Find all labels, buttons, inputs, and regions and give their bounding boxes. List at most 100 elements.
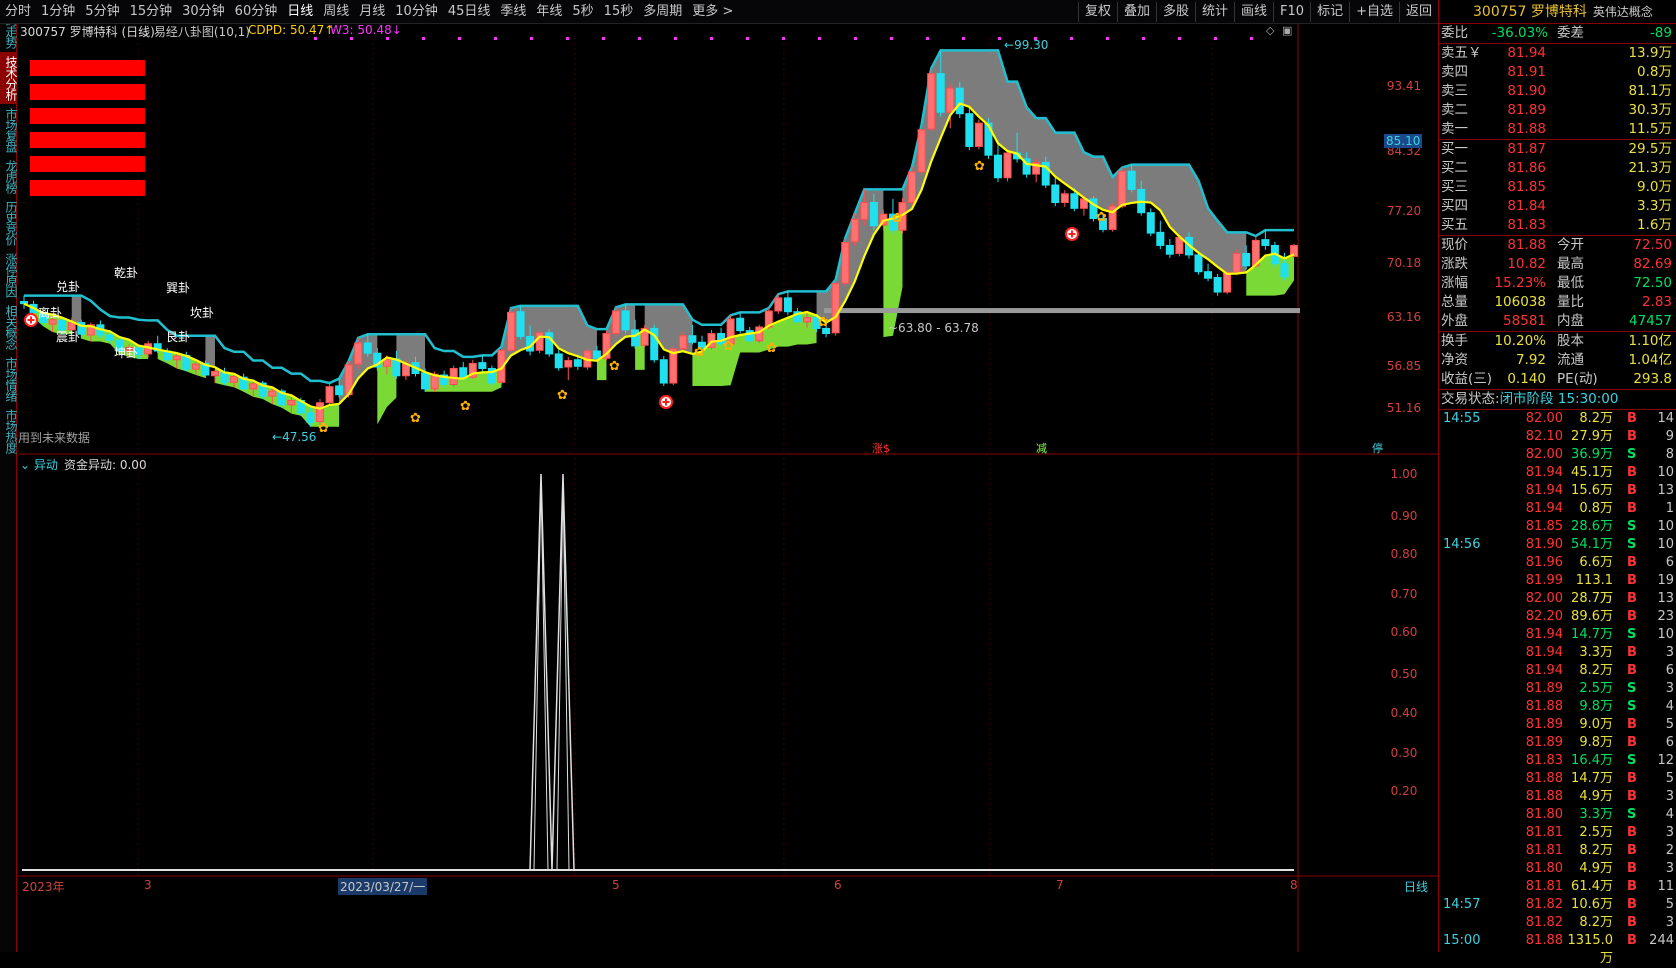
tool-button[interactable]: 复权 [1077, 2, 1117, 22]
period-tab[interactable]: 15分钟 [125, 2, 178, 22]
tick-volume: 28.6万 [1571, 519, 1613, 534]
period-tab[interactable]: 月线 [354, 2, 390, 22]
tool-button[interactable]: +自选 [1349, 2, 1399, 22]
tick-price: 81.89 [1525, 681, 1563, 696]
tick-price: 81.88 [1525, 771, 1563, 786]
tool-button[interactable]: 叠加 [1116, 2, 1156, 22]
quote-header: 300757 罗博特科 英伟达概念 [1439, 0, 1676, 24]
tool-button[interactable]: 统计 [1195, 2, 1234, 22]
gua-li: 离卦 [38, 306, 63, 320]
left-tab[interactable]: 市场热度 [0, 405, 18, 457]
lower-y-tick: 0.60 [1390, 625, 1418, 639]
candle-body [1051, 184, 1060, 204]
tick-side: B [1627, 843, 1637, 858]
period-tab[interactable]: 1分钟 [36, 2, 80, 22]
book-level: 卖一 [1441, 121, 1468, 137]
period-tab[interactable]: 45日线 [443, 2, 496, 22]
signal-dot [422, 37, 425, 40]
tick-count: 3 [1665, 825, 1674, 840]
tick-side: B [1627, 717, 1637, 732]
period-tab[interactable]: 周线 [318, 2, 354, 22]
gua-dui: 兑卦 [56, 280, 81, 294]
tool-button[interactable]: 标记 [1310, 2, 1349, 22]
left-tab[interactable]: 相关概念 [0, 301, 18, 353]
tick-side: B [1627, 663, 1637, 678]
period-tab[interactable]: 5秒 [567, 2, 598, 22]
book-level: 卖五￥ [1441, 45, 1482, 61]
chart-stock-title: 300757 罗博特科 (日线) [20, 25, 155, 39]
candle-body [1204, 271, 1213, 279]
tool-button[interactable]: 多股 [1155, 2, 1195, 22]
candle-body [736, 317, 745, 332]
tool-button[interactable]: 返回 [1398, 2, 1438, 22]
signal-dot [350, 37, 353, 40]
tick-count: 6 [1665, 735, 1674, 750]
candle-body [803, 317, 812, 323]
tick-volume: 9.0万 [1579, 717, 1613, 732]
chart-canvas[interactable]: ✿ ✿ ✿ ✿ ✿ ✿ ✿ ✿ ✿ ✿ ✿ ✿ ◇ ▣ [18, 24, 1438, 952]
book-level: 买四 [1441, 198, 1468, 214]
tick-price: 81.81 [1525, 879, 1563, 894]
period-tab[interactable]: 15秒 [599, 2, 639, 22]
future-data-note: 用到未来数据 [18, 431, 91, 445]
tick-row: 81.81 2.5万 B 3 [1439, 824, 1676, 842]
lower-indicator-header[interactable]: ⌄ 异动 [20, 456, 58, 473]
tick-side: B [1627, 789, 1637, 804]
stat-value: 58581 [1503, 313, 1546, 329]
tick-price: 81.81 [1525, 843, 1563, 858]
chevron-down-icon[interactable]: ⌄ [20, 458, 34, 472]
period-tab[interactable]: 5分钟 [80, 2, 124, 22]
candle-body [316, 402, 325, 423]
tick-list[interactable]: 14:55 82.00 8.2万 B 14 82.10 27.9万 B 9 82.00 36.9万 S… [1439, 410, 1676, 966]
period-tab[interactable]: 60分钟 [230, 2, 283, 22]
period-tab[interactable]: 分时 [0, 2, 36, 22]
period-tab[interactable]: 季线 [495, 2, 531, 22]
period-tab[interactable]: 30分钟 [177, 2, 230, 22]
chevron-down-icon[interactable]: ⌄ [140, 25, 154, 39]
tick-count: 13 [1657, 483, 1674, 498]
trade-status: 交易状态:闭市阶段 15:30:00 [1441, 390, 1619, 409]
left-tab[interactable]: 技术分析 [0, 52, 18, 104]
candle-body [860, 202, 869, 220]
book-volume: 21.3万 [1628, 160, 1672, 176]
left-tab[interactable]: 龙虎榜 [0, 156, 18, 197]
period-tab[interactable]: 更多 > [687, 2, 738, 22]
indicator-name[interactable]: ⌄ 易经八卦图(10,1) [140, 23, 250, 40]
left-tab[interactable]: 涨停原因 [0, 249, 18, 301]
bid-list: 买一 81.87 29.5万 买二 81.86 21.3万 买三 81.85 9.0万 买四 81.… [1439, 140, 1676, 235]
tick-row: 82.10 27.9万 B 9 [1439, 428, 1676, 446]
book-level: 买一 [1441, 141, 1468, 157]
weibi-value: -36.03% [1491, 25, 1548, 41]
tick-side: B [1627, 645, 1637, 660]
signal-dot [998, 37, 1001, 40]
candle-body [1156, 231, 1165, 246]
kline-chart[interactable]: ✿ ✿ ✿ ✿ ✿ ✿ ✿ ✿ ✿ ✿ ✿ ✿ ◇ ▣ 300757 罗博特科 (日线) ⌄ 易经八卦图(… [18, 23, 1438, 952]
tick-row: 81.83 16.4万 S 12 [1439, 752, 1676, 770]
red-bar [30, 108, 145, 124]
left-tab[interactable]: 市场情绪 [0, 353, 18, 405]
period-tab[interactable]: 年线 [531, 2, 567, 22]
left-tab[interactable]: 市场复盘 [0, 104, 18, 156]
period-tab[interactable]: 10分钟 [390, 2, 443, 22]
lower-y-tick: 0.80 [1390, 547, 1418, 561]
period-tab[interactable]: 多周期 [638, 2, 687, 22]
tick-side: S [1627, 807, 1637, 822]
tool-button[interactable]: 画线 [1234, 2, 1273, 22]
stat-value: 82.69 [1633, 256, 1672, 272]
stat-label: 净资 [1441, 352, 1468, 368]
left-tab[interactable]: 历史竞价 [0, 197, 18, 249]
tick-count: 1 [1665, 501, 1674, 516]
tick-row: 81.82 8.2万 B 3 [1439, 914, 1676, 932]
period-tab[interactable]: 日线 [282, 2, 318, 22]
concept-tag[interactable]: 英伟达概念 [1593, 5, 1653, 19]
candle-body [993, 154, 1002, 179]
tick-volume: 15.6万 [1571, 483, 1613, 498]
signal-dot [818, 37, 821, 40]
weibi-row: 委比 -36.03% 委差 -89 [1439, 24, 1676, 43]
tick-row: 82.20 89.6万 B 23 [1439, 608, 1676, 626]
stat-label: 流通 [1557, 352, 1584, 368]
candle-body [974, 122, 983, 147]
tool-button[interactable]: F10 [1273, 2, 1310, 22]
stat-value: 47457 [1629, 313, 1672, 329]
butterfly-icon: ✿ [766, 341, 777, 356]
